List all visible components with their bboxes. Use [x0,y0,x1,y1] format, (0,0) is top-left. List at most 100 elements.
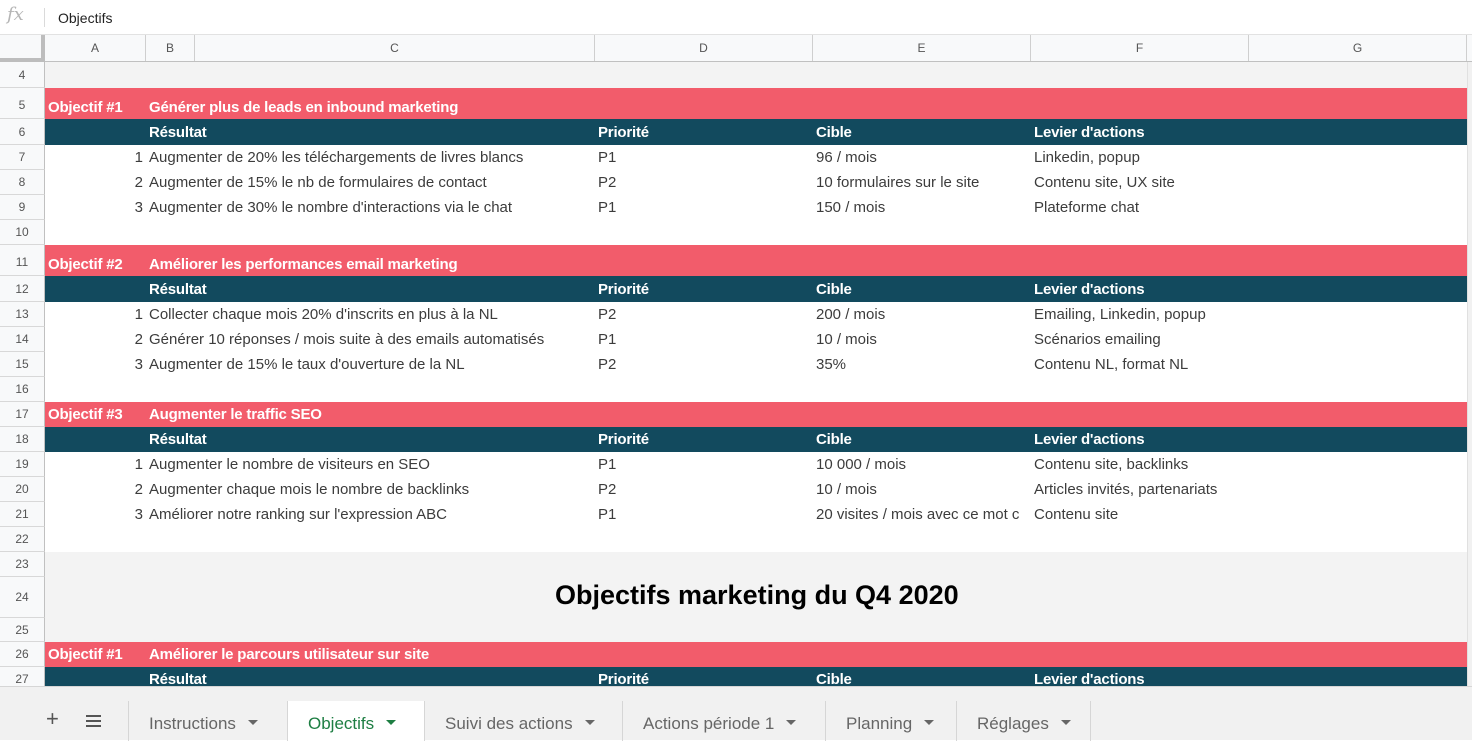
item-number[interactable]: 3 [45,356,143,373]
row-header-27[interactable]: 27 [0,667,45,687]
all-sheets-icon[interactable] [86,715,101,730]
item-priority[interactable]: P2 [598,306,616,323]
tab-suivi-des-actions[interactable]: Suivi des actions [424,701,622,741]
row-header-25[interactable]: 25 [0,618,45,642]
row-header-5[interactable]: 5 [0,88,45,119]
row-header-10[interactable]: 10 [0,220,45,245]
item-target[interactable]: 200 / mois [816,306,885,323]
row-header-24[interactable]: 24 [0,577,45,618]
column-header-g[interactable]: G [1249,35,1467,61]
item-result[interactable]: Augmenter le nombre de visiteurs en SEO [149,456,430,473]
item-number[interactable]: 1 [45,149,143,166]
formula-input[interactable]: Objectifs [58,10,112,26]
chevron-down-icon[interactable] [924,720,935,726]
row-header-18[interactable]: 18 [0,427,45,452]
column-header-a[interactable]: A [45,35,146,61]
objective-title[interactable]: Améliorer le parcours utilisateur sur si… [149,646,429,663]
item-result[interactable]: Améliorer notre ranking sur l'expression… [149,506,447,523]
objective-label[interactable]: Objectif #3 [48,406,123,423]
header-priorite[interactable]: Priorité [598,124,649,141]
chevron-down-icon[interactable] [786,720,797,726]
q4-title[interactable]: Objectifs marketing du Q4 2020 [555,580,959,611]
item-priority[interactable]: P1 [598,199,616,216]
objective-label[interactable]: Objectif #2 [48,256,123,273]
row-header-22[interactable]: 22 [0,527,45,552]
item-lever[interactable]: Contenu NL, format NL [1034,356,1188,373]
item-target[interactable]: 96 / mois [816,149,877,166]
spreadsheet-grid[interactable]: Objectif #1 Générer plus de leads en inb… [45,62,1467,700]
header-levier[interactable]: Levier d'actions [1034,124,1144,141]
item-lever[interactable]: Scénarios emailing [1034,331,1161,348]
header-resultat[interactable]: Résultat [149,431,207,448]
header-resultat[interactable]: Résultat [149,124,207,141]
column-header-e[interactable]: E [813,35,1031,61]
objective-title[interactable]: Générer plus de leads en inbound marketi… [149,99,458,116]
header-cible[interactable]: Cible [816,124,852,141]
item-target[interactable]: 20 visites / mois avec ce mot c [816,506,1034,523]
vertical-scrollbar[interactable] [1467,62,1472,700]
tab-actions-periode-1[interactable]: Actions période 1 [622,701,825,741]
item-lever[interactable]: Contenu site, UX site [1034,174,1175,191]
item-lever[interactable]: Contenu site [1034,506,1118,523]
header-cible[interactable]: Cible [816,281,852,298]
item-number[interactable]: 3 [45,506,143,523]
item-target[interactable]: 10 000 / mois [816,456,906,473]
chevron-down-icon[interactable] [247,720,258,726]
row-header-23[interactable]: 23 [0,552,45,577]
item-priority[interactable]: P2 [598,356,616,373]
item-result[interactable]: Augmenter de 30% le nombre d'interaction… [149,199,512,216]
select-all-corner[interactable] [0,35,45,62]
item-target[interactable]: 10 formulaires sur le site [816,174,979,191]
row-header-9[interactable]: 9 [0,195,45,220]
tab-objectifs[interactable]: Objectifs [287,701,425,741]
header-cible[interactable]: Cible [816,431,852,448]
item-lever[interactable]: Linkedin, popup [1034,149,1140,166]
item-number[interactable]: 2 [45,481,143,498]
item-number[interactable]: 2 [45,174,143,191]
item-number[interactable]: 2 [45,331,143,348]
item-result[interactable]: Collecter chaque mois 20% d'inscrits en … [149,306,498,323]
tab-instructions[interactable]: Instructions [128,701,288,741]
item-lever[interactable]: Emailing, Linkedin, popup [1034,306,1206,323]
row-header-17[interactable]: 17 [0,402,45,427]
item-result[interactable]: Augmenter de 15% le nb de formulaires de… [149,174,487,191]
row-header-6[interactable]: 6 [0,119,45,145]
row-header-15[interactable]: 15 [0,352,45,377]
item-number[interactable]: 1 [45,306,143,323]
item-lever[interactable]: Plateforme chat [1034,199,1139,216]
row-header-4[interactable]: 4 [0,62,45,88]
column-header-b[interactable]: B [146,35,195,61]
add-sheet-icon[interactable]: + [46,708,59,730]
row-header-20[interactable]: 20 [0,477,45,502]
item-priority[interactable]: P1 [598,331,616,348]
objective-title[interactable]: Augmenter le traffic SEO [149,406,322,423]
item-target[interactable]: 10 / mois [816,481,877,498]
chevron-down-icon[interactable] [584,720,595,726]
item-priority[interactable]: P2 [598,481,616,498]
item-priority[interactable]: P1 [598,506,616,523]
item-result[interactable]: Générer 10 réponses / mois suite à des e… [149,331,544,348]
tab-reglages[interactable]: Réglages [956,701,1091,741]
row-header-14[interactable]: 14 [0,327,45,352]
header-levier[interactable]: Levier d'actions [1034,281,1144,298]
chevron-down-icon[interactable] [386,720,397,726]
row-header-19[interactable]: 19 [0,452,45,477]
item-priority[interactable]: P2 [598,174,616,191]
row-header-8[interactable]: 8 [0,170,45,195]
item-result[interactable]: Augmenter de 15% le taux d'ouverture de … [149,356,465,373]
row-header-12[interactable]: 12 [0,276,45,302]
item-result[interactable]: Augmenter chaque mois le nombre de backl… [149,481,469,498]
tab-planning[interactable]: Planning [825,701,956,741]
column-header-c[interactable]: C [195,35,595,61]
header-resultat[interactable]: Résultat [149,281,207,298]
header-levier[interactable]: Levier d'actions [1034,431,1144,448]
header-priorite[interactable]: Priorité [598,281,649,298]
item-lever[interactable]: Contenu site, backlinks [1034,456,1188,473]
row-header-11[interactable]: 11 [0,245,45,276]
item-priority[interactable]: P1 [598,456,616,473]
item-number[interactable]: 3 [45,199,143,216]
column-header-d[interactable]: D [595,35,813,61]
item-priority[interactable]: P1 [598,149,616,166]
objective-label[interactable]: Objectif #1 [48,99,123,116]
row-header-16[interactable]: 16 [0,377,45,402]
